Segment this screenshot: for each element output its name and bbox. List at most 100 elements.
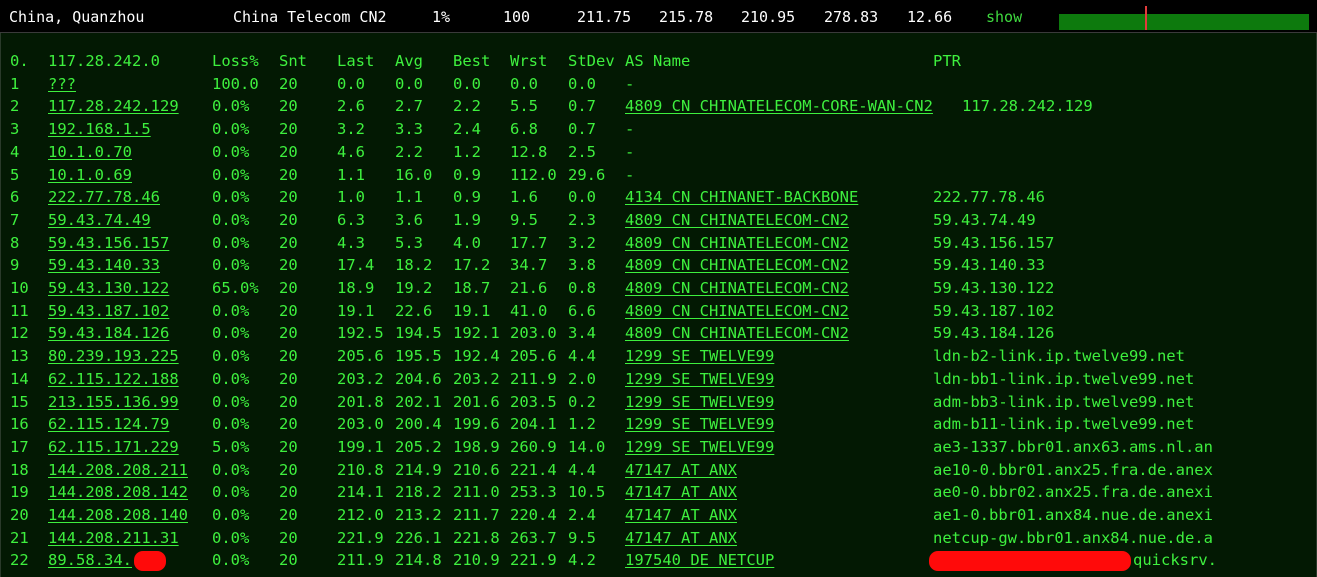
- row-stdev: 2.0: [568, 369, 596, 388]
- row-ptr: netcup-gw.bbr01.anx84.nue.de.a: [933, 528, 1213, 547]
- row-wrst: 211.9: [510, 369, 557, 388]
- row-stdev: 0.8: [568, 279, 596, 297]
- row-wrst: 263.7: [510, 528, 557, 547]
- row-host[interactable]: 62.115.171.229: [48, 436, 179, 458]
- row-last: 18.9: [337, 279, 375, 297]
- row-as[interactable]: 47147 AT ANX: [625, 504, 737, 526]
- row-host[interactable]: 117.28.242.129: [48, 95, 179, 117]
- header-last: Last: [337, 52, 375, 70]
- row-avg: 205.2: [395, 437, 442, 456]
- table-row: 14 62.115.122.188 0.0% 20 203.2 204.6 203.2 211…: [1, 368, 1316, 391]
- table-row: 20 144.208.208.140 0.0% 20 212.0 213.2 211.7 22…: [1, 504, 1316, 527]
- row-as[interactable]: 4809 CN CHINATELECOM-CORE-WAN-CN2: [625, 95, 933, 117]
- row-as[interactable]: 4809 CN CHINATELECOM-CN2: [625, 322, 849, 344]
- summary-stdev: 12.66: [907, 8, 953, 26]
- row-as: -: [625, 74, 635, 93]
- row-host[interactable]: 62.115.122.188: [48, 368, 179, 390]
- row-loss: 100.0: [212, 74, 259, 93]
- row-last: 1.0: [337, 188, 365, 207]
- row-best: 0.9: [453, 188, 481, 207]
- summary-best: 210.95: [741, 8, 796, 26]
- row-stdev: 0.7: [568, 97, 596, 116]
- row-host[interactable]: 62.115.124.79: [48, 413, 169, 435]
- row-wrst: 34.7: [510, 256, 548, 275]
- row-ptr: 59.43.74.49: [933, 210, 1036, 229]
- row-as[interactable]: 47147 AT ANX: [625, 527, 737, 549]
- row-host[interactable]: 192.168.1.5: [48, 118, 151, 140]
- sparkline-tick-svg: [1067, 22, 1284, 25]
- row-host[interactable]: 59.43.187.102: [48, 300, 169, 322]
- redaction-mark: [134, 550, 166, 571]
- row-as[interactable]: 4809 CN CHINATELECOM-CN2: [625, 300, 849, 322]
- row-loss: 0.0%: [212, 551, 250, 570]
- sparkline-tick: [1067, 22, 1070, 25]
- row-host[interactable]: 144.208.208.211: [48, 459, 188, 481]
- row-wrst: 112.0: [510, 165, 557, 184]
- row-host[interactable]: 89.58.34.: [48, 549, 166, 571]
- row-as[interactable]: 4809 CN CHINATELECOM-CN2: [625, 277, 849, 299]
- row-best: 4.0: [453, 233, 481, 252]
- row-best: 1.9: [453, 210, 481, 229]
- row-ptr: ae1-0.bbr01.anx84.nue.de.anexi: [933, 506, 1213, 524]
- row-host[interactable]: 59.43.130.122: [48, 277, 169, 299]
- row-ptr: 59.43.156.157: [933, 233, 1055, 252]
- row-loss: 0.0%: [212, 165, 250, 184]
- row-avg: 3.6: [395, 210, 423, 229]
- row-host[interactable]: 10.1.0.69: [48, 164, 132, 186]
- row-hop: 1: [10, 74, 20, 93]
- row-as[interactable]: 4809 CN CHINATELECOM-CN2: [625, 254, 849, 276]
- row-avg: 214.9: [395, 460, 442, 479]
- row-as[interactable]: 1299 SE TWELVE99: [625, 345, 774, 367]
- row-host[interactable]: 144.208.211.31: [48, 527, 179, 549]
- row-host[interactable]: 59.43.74.49: [48, 209, 151, 231]
- row-host[interactable]: ???: [48, 73, 76, 95]
- row-as[interactable]: 4809 CN CHINATELECOM-CN2: [625, 209, 849, 231]
- show-link[interactable]: show: [986, 9, 1022, 25]
- row-loss: 0.0%: [212, 301, 250, 320]
- row-host[interactable]: 59.43.184.126: [48, 322, 169, 344]
- row-last: 4.6: [337, 142, 365, 161]
- row-loss: 0.0%: [212, 415, 250, 434]
- header-wrst: Wrst: [510, 52, 548, 70]
- row-last: 17.4: [337, 256, 375, 275]
- row-as[interactable]: 47147 AT ANX: [625, 459, 737, 481]
- row-as[interactable]: 47147 AT ANX: [625, 481, 737, 503]
- row-as[interactable]: 1299 SE TWELVE99: [625, 368, 774, 390]
- row-hop: 22: [10, 551, 29, 570]
- row-host[interactable]: 10.1.0.70: [48, 141, 132, 163]
- row-host[interactable]: 80.239.193.225: [48, 345, 179, 367]
- row-host[interactable]: 59.43.156.157: [48, 232, 169, 254]
- table-row: 17 62.115.171.229 5.0% 20 199.1 205.2 198.9 260…: [1, 436, 1316, 459]
- row-avg: 19.2: [395, 279, 433, 297]
- header-hop: 0.: [10, 52, 29, 70]
- row-host[interactable]: 144.208.208.140: [48, 504, 188, 526]
- row-ptr: 59.43.140.33: [933, 256, 1045, 275]
- table-row: 5 10.1.0.69 0.0% 20 1.1 16.0 0.9 112.0 29.6-: [1, 164, 1316, 187]
- row-best: 2.2: [453, 97, 481, 116]
- table-row: 19 144.208.208.142 0.0% 20 214.1 218.2 211.0 25…: [1, 481, 1316, 504]
- row-host[interactable]: 222.77.78.46: [48, 186, 160, 208]
- row-as[interactable]: 1299 SE TWELVE99: [625, 391, 774, 413]
- row-as[interactable]: 4134 CN CHINANET-BACKBONE: [625, 186, 858, 208]
- row-ptr: 117.28.242.129: [962, 97, 1093, 116]
- row-as[interactable]: 197540 DE NETCUP: [625, 549, 774, 571]
- row-stdev: 29.6: [568, 165, 606, 184]
- row-hop: 12: [10, 324, 29, 343]
- row-as[interactable]: 1299 SE TWELVE99: [625, 413, 774, 435]
- row-snt: 20: [279, 324, 298, 343]
- row-avg: 16.0: [395, 165, 433, 184]
- row-best: 211.0: [453, 483, 500, 502]
- row-hop: 21: [10, 528, 29, 547]
- row-hop: 6: [10, 188, 20, 207]
- row-host[interactable]: 213.155.136.99: [48, 391, 179, 413]
- row-as[interactable]: 1299 SE TWELVE99: [625, 436, 774, 458]
- row-last: 221.9: [337, 528, 384, 547]
- row-host[interactable]: 144.208.208.142: [48, 481, 188, 503]
- header-best: Best: [453, 52, 491, 70]
- row-last: 205.6: [337, 347, 384, 366]
- row-wrst: 0.0: [510, 74, 538, 93]
- row-ptr: ae3-1337.bbr01.anx63.ams.nl.an: [933, 437, 1213, 456]
- row-as[interactable]: 4809 CN CHINATELECOM-CN2: [625, 232, 849, 254]
- table-header: 0. 117.28.242.0 Loss% Snt Last Avg Best …: [1, 50, 1316, 73]
- row-host[interactable]: 59.43.140.33: [48, 254, 160, 276]
